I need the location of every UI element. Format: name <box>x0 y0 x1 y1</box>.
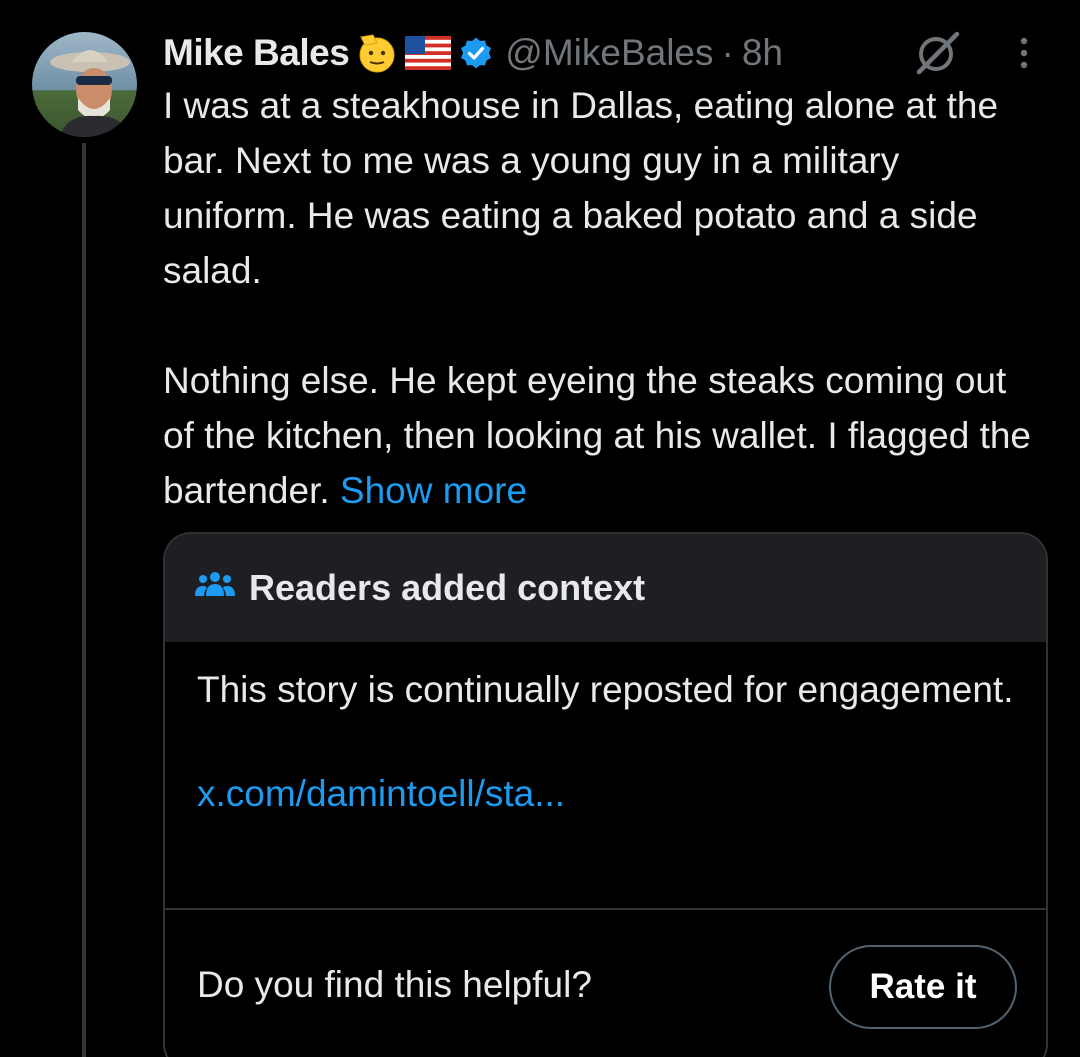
community-note-source-link[interactable]: x.com/damintoell/sta... <box>197 773 1016 815</box>
avatar[interactable] <box>32 32 137 137</box>
saluting-face-emoji <box>355 31 399 75</box>
tweet-paragraph-text: Nothing else. He kept eyeing the steaks … <box>163 360 1032 511</box>
verified-badge-icon <box>459 36 493 70</box>
community-note-card: Readers added context This story is cont… <box>163 532 1048 1057</box>
grok-icon[interactable] <box>913 30 963 81</box>
tweet-paragraph: Nothing else. He kept eyeing the steaks … <box>163 353 1043 518</box>
separator-dot: · <box>721 32 734 73</box>
people-group-icon <box>195 570 235 607</box>
divider <box>165 908 1046 910</box>
avatar-image <box>32 32 137 137</box>
community-note-text: This story is continually reposted for e… <box>197 669 1014 710</box>
post-time[interactable]: 8h <box>742 32 783 74</box>
tweet[interactable]: Mike Bales @MikeBales · 8h I was at a st… <box>0 0 1080 1057</box>
community-note-title: Readers added context <box>249 567 646 608</box>
thread-connector-line <box>82 143 86 1057</box>
community-note-header[interactable]: Readers added context <box>165 534 1046 642</box>
tweet-text: I was at a steakhouse in Dallas, eating … <box>163 78 1043 518</box>
helpful-question: Do you find this helpful? <box>197 964 592 1005</box>
tweet-paragraph: I was at a steakhouse in Dallas, eating … <box>163 85 999 291</box>
more-options-icon[interactable] <box>1015 36 1033 81</box>
author-name[interactable]: Mike Bales <box>163 32 350 74</box>
rate-it-button[interactable]: Rate it <box>829 945 1017 1029</box>
tweet-header: Mike Bales @MikeBales · 8h <box>163 28 783 78</box>
us-flag-emoji <box>405 36 452 70</box>
community-note-body: This story is continually reposted for e… <box>165 642 1046 815</box>
author-handle[interactable]: @MikeBales <box>505 32 713 74</box>
show-more-link[interactable]: Show more <box>340 470 527 511</box>
